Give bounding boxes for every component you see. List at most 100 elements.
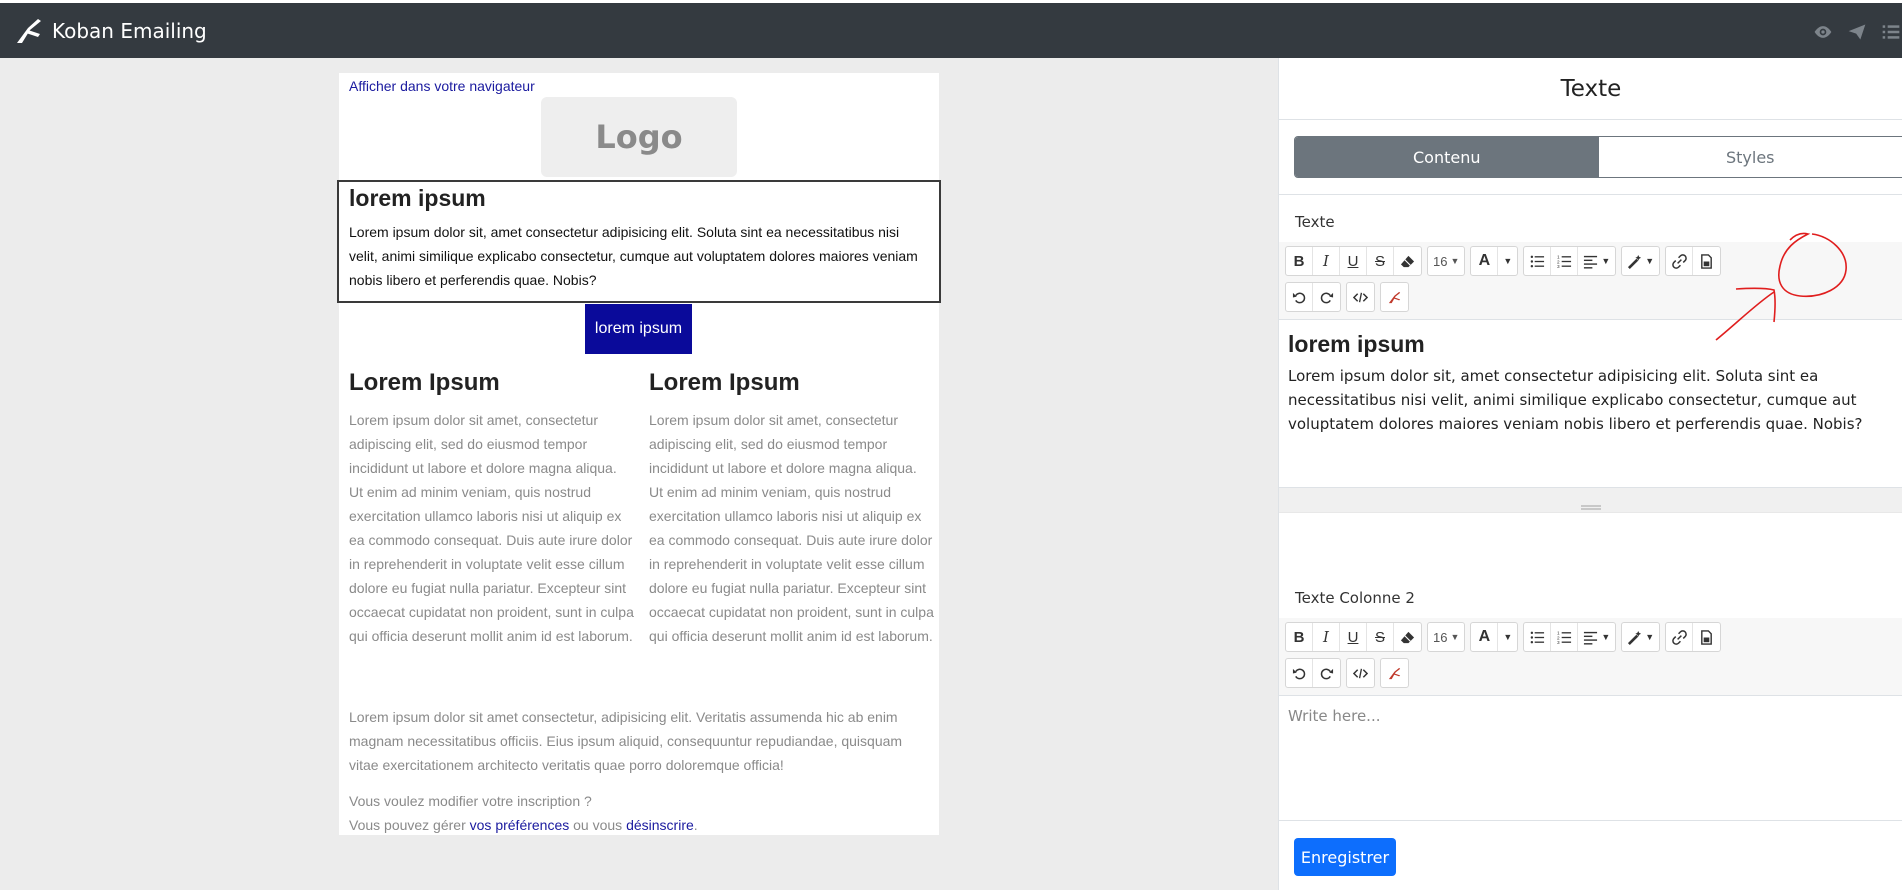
block-body: Lorem ipsum dolor sit, amet consectetur … (349, 224, 918, 288)
editor-content-2[interactable]: Write here... (1279, 697, 1902, 819)
grip-icon (1581, 505, 1601, 510)
tab-styles[interactable]: Styles (1598, 137, 1902, 177)
italic-button[interactable]: I (1313, 247, 1340, 275)
unsubscribe-link[interactable]: désinscrire (626, 817, 694, 833)
italic-button[interactable]: I (1313, 623, 1340, 651)
brand[interactable]: Koban Emailing (14, 16, 207, 46)
column-right-text: Lorem ipsum dolor sit amet, consectetur … (649, 412, 934, 644)
history-group (1285, 282, 1341, 312)
bold-button[interactable]: B (1286, 247, 1313, 275)
editor-heading: lorem ipsum (1288, 331, 1425, 357)
footer-question: Vous voulez modifier votre inscription ? (349, 793, 592, 809)
file-icon[interactable] (1693, 623, 1720, 651)
font-color-button[interactable]: A (1471, 623, 1499, 651)
strikethrough-button[interactable]: S (1367, 247, 1394, 275)
divider (1279, 820, 1902, 821)
underline-button[interactable]: U (1340, 247, 1367, 275)
magic-wand-icon[interactable]: ▼ (1622, 247, 1659, 275)
align-icon[interactable]: ▼ (1578, 247, 1615, 275)
footer-links-line: Vous pouvez gérer vos préférences ou vou… (349, 813, 698, 837)
preferences-link[interactable]: vos préférences (470, 817, 570, 833)
send-icon[interactable] (1846, 21, 1868, 43)
editor-content-1[interactable]: lorem ipsum Lorem ipsum dolor sit, amet … (1279, 321, 1902, 486)
file-icon[interactable] (1693, 247, 1720, 275)
redo-icon[interactable] (1313, 283, 1340, 311)
history-group (1285, 658, 1341, 688)
footer-middle: ou vous (573, 817, 623, 833)
panel-title: Texte (1279, 58, 1902, 120)
top-actions (1812, 3, 1902, 61)
koban-logo-icon (17, 18, 41, 43)
color-group: A ▼ (1470, 622, 1519, 652)
chevron-down-icon[interactable]: ▼ (1498, 247, 1517, 275)
font-size-dropdown[interactable]: 16 ▼ (1428, 623, 1464, 651)
email-canvas: Afficher dans votre navigateur Logo lore… (0, 58, 1278, 890)
email-preview: Afficher dans votre navigateur Logo lore… (337, 73, 941, 837)
undo-icon[interactable] (1286, 283, 1313, 311)
footer-paragraph[interactable]: Lorem ipsum dolor sit amet consectetur, … (349, 705, 924, 777)
font-color-button[interactable]: A (1471, 247, 1499, 275)
strikethrough-button[interactable]: S (1367, 623, 1394, 651)
svg-text:3: 3 (1557, 264, 1560, 269)
align-icon[interactable]: ▼ (1578, 623, 1615, 651)
underline-button[interactable]: U (1340, 623, 1367, 651)
resize-handle[interactable] (1279, 487, 1902, 513)
chevron-down-icon: ▼ (1450, 632, 1460, 642)
column-left-title: Lorem Ipsum (349, 369, 500, 396)
format-group: B I U S (1285, 246, 1422, 276)
svg-text:3: 3 (1557, 640, 1560, 645)
eraser-icon[interactable] (1394, 623, 1421, 651)
code-view-icon[interactable] (1347, 283, 1374, 311)
redo-icon[interactable] (1313, 659, 1340, 687)
koban-field-icon[interactable] (1381, 659, 1408, 687)
view-in-browser-link[interactable]: Afficher dans votre navigateur (349, 78, 535, 94)
font-size-group: 16 ▼ (1427, 622, 1466, 652)
numbered-list-icon[interactable]: 123 (1551, 247, 1579, 275)
font-size-value: 16 (1433, 253, 1448, 269)
bullet-list-icon[interactable] (1524, 623, 1552, 651)
bullet-list-icon[interactable] (1524, 247, 1552, 275)
logo-placeholder[interactable]: Logo (541, 97, 737, 177)
link-icon[interactable] (1666, 623, 1694, 651)
panel-tabs: Contenu Styles (1294, 136, 1902, 178)
column-left[interactable]: Lorem Ipsum Lorem ipsum dolor sit amet, … (349, 369, 634, 648)
email-cta-button[interactable]: lorem ipsum (585, 304, 692, 354)
footer-prefix: Vous pouvez gérer (349, 817, 466, 833)
numbered-list-icon[interactable]: 123 (1551, 623, 1579, 651)
font-size-group: 16 ▼ (1427, 246, 1466, 276)
link-icon[interactable] (1666, 247, 1694, 275)
eye-icon[interactable] (1812, 21, 1834, 43)
koban-field-icon[interactable] (1381, 283, 1408, 311)
selected-text-block[interactable]: lorem ipsum Lorem ipsum dolor sit, amet … (337, 180, 941, 303)
magic-group: ▼ (1621, 622, 1661, 652)
editor-body: Lorem ipsum dolor sit, amet consectetur … (1288, 367, 1863, 433)
save-button[interactable]: Enregistrer (1294, 838, 1396, 876)
list-icon[interactable] (1880, 21, 1902, 43)
app-title: Koban Emailing (52, 18, 207, 43)
column-left-text: Lorem ipsum dolor sit amet, consectetur … (349, 412, 634, 644)
list-group: 123 ▼ (1523, 622, 1617, 652)
insert-group (1665, 246, 1722, 276)
color-group: A ▼ (1470, 246, 1519, 276)
divider (1279, 194, 1902, 195)
top-navbar: Koban Emailing (0, 0, 1902, 58)
format-group: B I U S (1285, 622, 1422, 652)
field-label-texte-colonne-2: Texte Colonne 2 (1295, 589, 1415, 607)
bold-button[interactable]: B (1286, 623, 1313, 651)
editor-panel: Texte Contenu Styles Texte B I U S 16 ▼ A… (1278, 58, 1902, 890)
magic-wand-icon[interactable]: ▼ (1622, 623, 1659, 651)
footer-suffix: . (693, 817, 698, 833)
eraser-icon[interactable] (1394, 247, 1421, 275)
tab-contenu[interactable]: Contenu (1295, 137, 1599, 177)
field-label-texte: Texte (1295, 213, 1335, 231)
list-group: 123 ▼ (1523, 246, 1617, 276)
koban-group (1380, 282, 1409, 312)
code-view-icon[interactable] (1347, 659, 1374, 687)
column-right[interactable]: Lorem Ipsum Lorem ipsum dolor sit amet, … (649, 369, 934, 648)
undo-icon[interactable] (1286, 659, 1313, 687)
code-group (1346, 658, 1375, 688)
chevron-down-icon[interactable]: ▼ (1498, 623, 1517, 651)
font-size-dropdown[interactable]: 16 ▼ (1428, 247, 1464, 275)
chevron-down-icon: ▼ (1450, 256, 1460, 266)
block-heading: lorem ipsum (349, 185, 486, 211)
